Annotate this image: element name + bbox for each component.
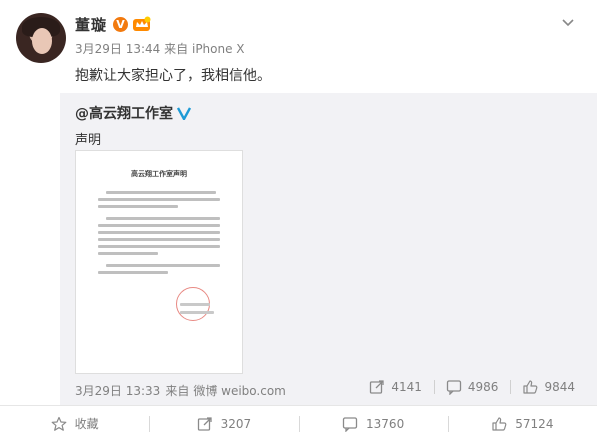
post-meta: 3月29日 13:44 来自 iPhone X xyxy=(75,40,245,57)
favorite-button[interactable]: 收藏 xyxy=(0,414,149,434)
author-name[interactable]: 董璇 xyxy=(75,14,107,35)
document-line xyxy=(98,231,220,234)
repost-count: 3207 xyxy=(220,416,252,431)
document-line xyxy=(98,198,220,201)
member-crown-icon[interactable] xyxy=(132,16,152,32)
document-line xyxy=(106,191,216,194)
post-device[interactable]: iPhone X xyxy=(192,42,245,56)
chevron-down-icon[interactable] xyxy=(561,14,575,28)
action-bar: 收藏 3207 13760 57124 xyxy=(0,405,597,441)
repost-source[interactable]: 微博 weibo.com xyxy=(193,382,286,399)
repost-like-count: 9844 xyxy=(544,380,575,394)
verified-blue-icon xyxy=(176,106,192,121)
repost-text: 声明 xyxy=(75,133,102,148)
document-line xyxy=(106,217,220,220)
comment-icon xyxy=(342,416,358,432)
post-text: 抱歉让大家担心了，我相信他。 xyxy=(75,68,271,84)
repost-button[interactable]: 3207 xyxy=(149,414,298,434)
via-label: 来自 xyxy=(164,42,189,56)
comment-count: 13760 xyxy=(366,416,405,431)
repost-repost-count: 4141 xyxy=(391,380,422,394)
star-icon xyxy=(51,416,67,432)
like-count: 57124 xyxy=(515,416,554,431)
document-line xyxy=(98,224,220,227)
repost-via-label: 来自 xyxy=(165,384,190,398)
repost-meta: 3月29日 13:33 来自 微博 weibo.com xyxy=(75,382,286,399)
avatar[interactable] xyxy=(16,13,66,63)
repost-comment-button[interactable]: 4986 xyxy=(433,379,511,395)
comment-button[interactable]: 13760 xyxy=(298,414,448,434)
document-line xyxy=(106,264,220,267)
repost-icon xyxy=(197,416,213,432)
repost-comment-count: 4986 xyxy=(467,380,499,394)
document-line xyxy=(98,271,168,274)
statement-document-image[interactable]: 高云翔工作室声明 xyxy=(75,150,243,374)
thumbs-up-icon xyxy=(522,379,538,395)
repost-like-button[interactable]: 9844 xyxy=(510,379,587,395)
document-title: 高云翔工作室声明 xyxy=(131,170,187,178)
document-line xyxy=(98,238,220,241)
document-line xyxy=(98,205,178,208)
repost-author-mention[interactable]: @高云翔工作室 xyxy=(75,103,173,123)
verified-badge-icon[interactable]: V xyxy=(113,16,129,32)
favorite-label: 收藏 xyxy=(74,417,99,431)
document-line xyxy=(180,303,210,306)
avatar-face xyxy=(32,28,52,54)
repost-timestamp[interactable]: 3月29日 13:33 xyxy=(75,382,160,399)
author-row: 董璇 V xyxy=(75,13,152,35)
like-button[interactable]: 57124 xyxy=(447,414,597,434)
document-line xyxy=(98,245,220,248)
weibo-post-card: 董璇 V 3月29日 13:44 来自 iPhone X 抱歉让大家担心了，我相… xyxy=(0,0,597,441)
comment-icon xyxy=(446,379,462,395)
post-timestamp[interactable]: 3月29日 13:44 xyxy=(75,42,160,56)
thumbs-up-icon xyxy=(491,416,507,432)
repost-repost-button[interactable]: 4141 xyxy=(357,379,434,395)
repost-author-row: @高云翔工作室 xyxy=(75,103,192,123)
repost-box: @高云翔工作室 声明 高云翔工作室声明 3月29日 13:33 来自 微博 we… xyxy=(60,93,597,405)
repost-stats: 4141 4986 9844 xyxy=(357,379,587,395)
document-line xyxy=(98,252,158,255)
repost-icon xyxy=(369,379,385,395)
document-line xyxy=(180,311,214,314)
